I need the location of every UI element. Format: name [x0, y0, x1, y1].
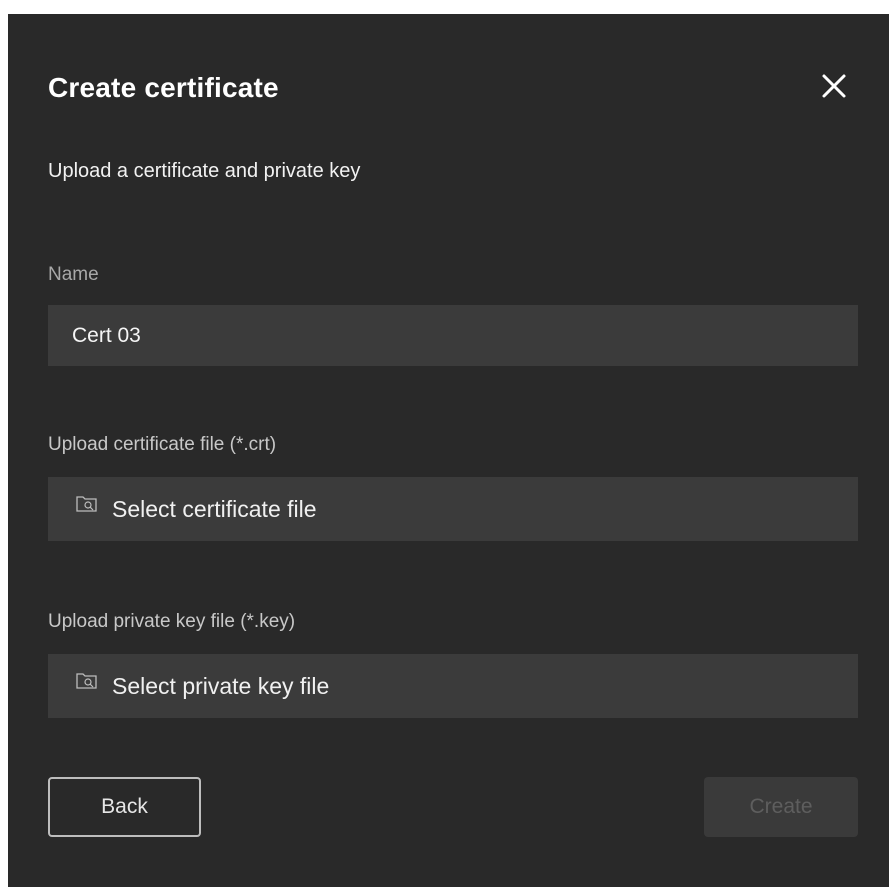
name-input[interactable]: Cert 03 — [48, 305, 858, 366]
create-certificate-dialog: Create certificate Upload a certificate … — [8, 14, 889, 887]
dialog-subtitle: Upload a certificate and private key — [48, 160, 361, 182]
certificate-file-picker[interactable]: Select certificate file — [48, 477, 858, 541]
certificate-file-label: Upload certificate file (*.crt) — [48, 434, 277, 455]
name-input-value: Cert 03 — [72, 323, 141, 347]
private-key-file-picker[interactable]: Select private key file — [48, 654, 858, 718]
private-key-file-placeholder: Select private key file — [112, 672, 330, 699]
certificate-file-placeholder: Select certificate file — [112, 495, 317, 522]
private-key-file-label: Upload private key file (*.key) — [48, 611, 296, 632]
dialog-title: Create certificate — [48, 72, 279, 103]
back-button[interactable]: Back — [48, 777, 201, 837]
folder-search-icon — [76, 671, 98, 691]
create-button[interactable]: Create — [704, 777, 858, 837]
close-button[interactable] — [814, 66, 854, 106]
folder-search-icon — [76, 494, 98, 514]
name-label: Name — [48, 264, 99, 285]
close-icon — [822, 74, 846, 98]
